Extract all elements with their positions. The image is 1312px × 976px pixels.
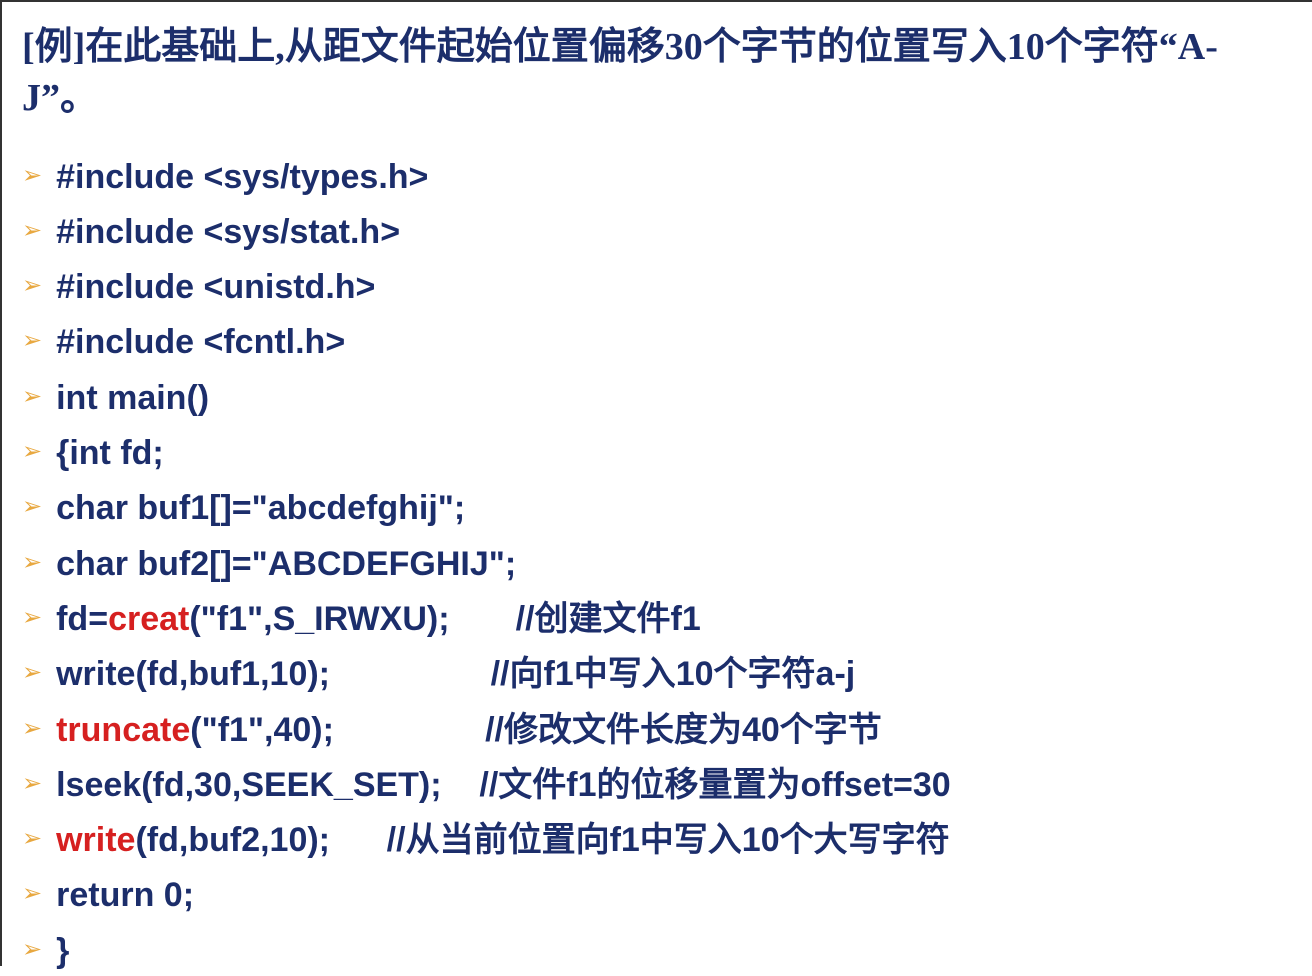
code-line: ➢ #include <unistd.h>	[22, 263, 1292, 312]
code-text: lseek(fd,30,SEEK_SET); //文件f1的位移量置为offse…	[56, 761, 951, 810]
bullet-icon: ➢	[22, 877, 42, 912]
code-line: ➢ fd=creat("f1",S_IRWXU); //创建文件f1	[22, 595, 1292, 644]
bullet-icon: ➢	[22, 822, 42, 857]
code-text: truncate("f1",40); //修改文件长度为40个字节	[56, 706, 882, 755]
bullet-icon: ➢	[22, 712, 42, 747]
code-text: write(fd,buf2,10); //从当前位置向f1中写入10个大写字符	[56, 816, 950, 865]
bullet-icon: ➢	[22, 656, 42, 691]
bullet-icon: ➢	[22, 159, 42, 194]
code-text: #include <unistd.h>	[56, 263, 375, 312]
code-line: ➢ return 0;	[22, 871, 1292, 920]
code-line: ➢ #include <fcntl.h>	[22, 318, 1292, 367]
code-text: return 0;	[56, 871, 194, 920]
code-line: ➢ {int fd;	[22, 429, 1292, 478]
code-line: ➢ lseek(fd,30,SEEK_SET); //文件f1的位移量置为off…	[22, 761, 1292, 810]
code-line: ➢ write(fd,buf2,10); //从当前位置向f1中写入10个大写字…	[22, 816, 1292, 865]
code-text: }	[56, 927, 69, 976]
code-line: ➢ #include <sys/types.h>	[22, 153, 1292, 202]
bullet-icon: ➢	[22, 214, 42, 249]
code-text: int main()	[56, 374, 209, 423]
code-text: #include <sys/stat.h>	[56, 208, 400, 257]
code-line: ➢ char buf1[]="abcdefghij";	[22, 484, 1292, 533]
code-line: ➢ write(fd,buf1,10); //向f1中写入10个字符a-j	[22, 650, 1292, 699]
code-text: write(fd,buf1,10); //向f1中写入10个字符a-j	[56, 650, 855, 699]
code-text: #include <sys/types.h>	[56, 153, 428, 202]
code-line: ➢ int main()	[22, 374, 1292, 423]
code-text: char buf1[]="abcdefghij";	[56, 484, 465, 533]
code-listing: ➢ #include <sys/types.h> ➢ #include <sys…	[22, 153, 1292, 976]
code-text: {int fd;	[56, 429, 164, 478]
code-text: #include <fcntl.h>	[56, 318, 345, 367]
bullet-icon: ➢	[22, 601, 42, 636]
code-line: ➢ truncate("f1",40); //修改文件长度为40个字节	[22, 706, 1292, 755]
code-line: ➢ char buf2[]="ABCDEFGHIJ";	[22, 540, 1292, 589]
bullet-icon: ➢	[22, 269, 42, 304]
bullet-icon: ➢	[22, 933, 42, 968]
code-text: fd=creat("f1",S_IRWXU); //创建文件f1	[56, 595, 701, 644]
bullet-icon: ➢	[22, 435, 42, 470]
bullet-icon: ➢	[22, 546, 42, 581]
code-line: ➢ }	[22, 927, 1292, 976]
slide-title: [例]在此基础上,从距文件起始位置偏移30个字节的位置写入10个字符“A-J”。	[22, 22, 1292, 125]
bullet-icon: ➢	[22, 380, 42, 415]
code-text: char buf2[]="ABCDEFGHIJ";	[56, 540, 516, 589]
bullet-icon: ➢	[22, 490, 42, 525]
bullet-icon: ➢	[22, 767, 42, 802]
code-line: ➢ #include <sys/stat.h>	[22, 208, 1292, 257]
bullet-icon: ➢	[22, 324, 42, 359]
